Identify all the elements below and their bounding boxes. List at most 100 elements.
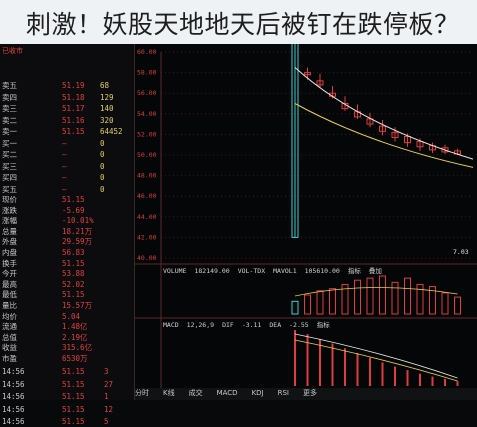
volume-bar [391, 281, 399, 315]
volume-header-item: 182149.00 [194, 267, 230, 275]
chart-canvas[interactable]: 60.00 58.00 56.00 54.00 52.00 50.00 48.00 46.00… [135, 44, 477, 388]
quote-row: 总值 2.19亿 [0, 332, 134, 343]
volume-bar [304, 294, 311, 315]
macd-header-item: 12,26,9 [186, 321, 215, 329]
chart-tab[interactable]: KDJ [252, 389, 264, 397]
quote-value: 52.02 [62, 279, 85, 289]
volume-ma [294, 287, 458, 297]
orderbook-price: — [62, 150, 67, 159]
orderbook-label: 卖四 [2, 92, 17, 102]
orderbook-label: 买四 [2, 173, 17, 182]
quote-panel: 已收市 卖五 51.19 68 卖四 51.18 129 卖三 51.17 140 卖二 51.16… [0, 44, 135, 426]
trade-volume: 5 [104, 417, 109, 426]
quote-label: 总值 [2, 332, 17, 342]
orderbook-label: 买二 [2, 150, 17, 159]
volume-bar [366, 277, 374, 315]
quote-row: 收益 315.6亿 [0, 342, 134, 353]
price-tick-label: 54.00 [137, 110, 157, 118]
price-tick-label: 56.00 [137, 89, 157, 97]
orderbook-price: 51.17 [62, 104, 85, 113]
quote-row: 涨跌 -5.69 [0, 205, 134, 216]
title-banner: 刺激！妖股天地地天后被钉在跌停板？ [0, 0, 477, 44]
quote-value: -10.01% [62, 216, 94, 226]
quote-label: 涨跌 [2, 205, 17, 215]
trade-row: 14:56 51.15 27 [0, 379, 134, 390]
quote-value: 6530万 [62, 354, 88, 363]
orderbook-volume: 129 [100, 92, 114, 102]
quote-value: 315.6亿 [62, 343, 93, 353]
price-tick-label: 40.00 [137, 254, 157, 262]
chart-tab[interactable]: 成交 [189, 389, 203, 397]
orderbook-label: 买三 [2, 161, 17, 171]
quote-row: 市盈 6530万 [0, 353, 134, 364]
quote-label: 流通 [2, 322, 17, 332]
macd-header-item: 指标 [316, 321, 330, 329]
quote-label: 收益 [2, 343, 17, 353]
orderbook-price: 51.15 [62, 127, 85, 136]
trade-row: 14:56 51.15 3 [0, 366, 134, 377]
chart-tab[interactable]: RSI [278, 389, 289, 397]
orderbook-volume: 0 [100, 161, 105, 171]
orderbook-price: — [62, 161, 67, 171]
volume-header-item: MAVOL1 [273, 267, 297, 275]
trade-volume: 12 [104, 404, 114, 414]
orderbook-price: — [62, 138, 67, 148]
chart-tab[interactable]: 分时 [135, 389, 149, 397]
price-tick-label: 44.00 [137, 213, 157, 221]
price-tick-label: 46.00 [137, 192, 157, 200]
orderbook-row: 买二 — 0 [0, 149, 134, 160]
trade-row: 14:56 51.15 12 [0, 404, 134, 415]
quote-label: 现价 [2, 195, 17, 204]
trade-price: 51.15 [62, 367, 85, 376]
trade-volume: 27 [104, 379, 114, 389]
kline-chart[interactable]: 60.00 58.00 56.00 54.00 52.00 50.00 48.00 46.00… [135, 44, 477, 400]
trade-price: 51.15 [62, 417, 85, 426]
orderbook-row: 买五 — 0 [0, 184, 134, 195]
chart-tab[interactable]: 更多 [303, 389, 317, 397]
orderbook-price: — [62, 184, 67, 194]
macd-header: MACD 12,26,9 DIF -3.11 DEA -2.55 指标 [163, 320, 338, 330]
chart-tab[interactable]: K线 [163, 389, 175, 397]
orderbook-volume: 0 [100, 138, 105, 148]
orderbook-row: 卖四 51.18 129 [0, 92, 134, 103]
quote-label: 最高 [2, 279, 17, 289]
quote-label: 市盈 [2, 354, 17, 363]
quote-value: 2.19亿 [62, 332, 88, 342]
orderbook-price: 51.18 [62, 92, 85, 102]
volume-bar [379, 275, 386, 315]
orderbook-label: 卖二 [2, 115, 17, 125]
orderbook-volume: 64452 [100, 127, 123, 136]
quote-value: 51.15 [62, 290, 85, 300]
bottom-tabs: 分时 K线 成交 MACD KDJ RSI 更多 [135, 388, 477, 400]
orderbook-row: 卖三 51.17 140 [0, 103, 134, 114]
low-price-label: 7.03 [453, 248, 469, 256]
orderbook-row: 卖一 51.15 64452 [0, 126, 134, 137]
quote-row: 量比 15.57万 [0, 300, 134, 311]
quote-label: 量比 [2, 301, 17, 310]
quote-value: -5.69 [62, 205, 85, 215]
orderbook-label: 卖五 [2, 81, 17, 90]
volume-header-item: 105610.00 [304, 267, 340, 275]
quote-label: 总量 [2, 226, 17, 236]
quote-value: 29.59万 [62, 237, 93, 247]
quote-value: 15.57万 [62, 301, 93, 310]
trade-time: 14:56 [2, 367, 25, 376]
quote-value: 1.48亿 [62, 322, 88, 332]
orderbook-volume: 0 [100, 184, 105, 194]
orderbook-label: 买一 [2, 138, 17, 148]
price-tick-label: 50.00 [137, 151, 157, 159]
quote-row: 内盘 56.83 [0, 247, 134, 258]
trade-volume: 1 [104, 392, 109, 401]
chart-tab[interactable]: MACD [217, 389, 238, 397]
trade-price: 51.15 [62, 404, 85, 414]
volume-bar [354, 279, 361, 315]
quote-label: 外盘 [2, 237, 17, 247]
trade-price: 51.15 [62, 379, 85, 389]
macd-header-item: MACD [163, 321, 179, 329]
quote-value: 56.83 [62, 248, 85, 257]
quote-value: 5.04 [62, 311, 81, 321]
volume-header-item: VOLUME [163, 267, 187, 275]
volume-header: VOLUME 182149.00 VOL-TDX MAVOL1 105610.00 指标叠… [163, 266, 390, 276]
quote-label: 最低 [2, 290, 17, 300]
macd-header-item: DIF [222, 321, 234, 329]
